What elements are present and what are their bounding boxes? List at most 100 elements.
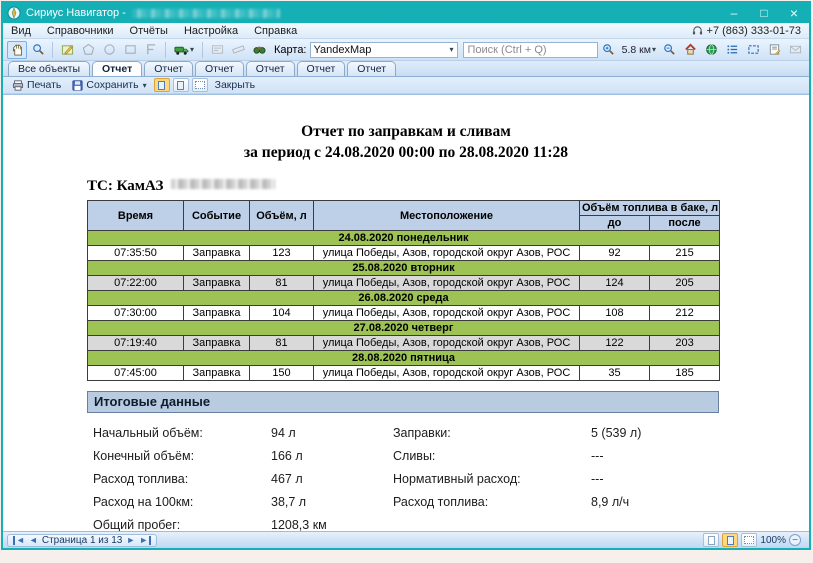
cell-volume: 150 (250, 366, 314, 381)
table-row[interactable]: 07:22:00 Заправка 81 улица Победы, Азов,… (88, 276, 720, 291)
home-icon (684, 43, 697, 56)
close-report-label: Закрыть (215, 79, 255, 91)
total-label: Расход топлива: (393, 495, 591, 509)
tab-report-5[interactable]: Отчет (297, 61, 346, 76)
circle-icon (103, 43, 116, 56)
map-provider-select[interactable]: YandexMap ▾ (310, 42, 458, 58)
multi-page-icon (744, 536, 754, 544)
view-fit-button[interactable] (722, 533, 738, 547)
tab-report-active[interactable]: Отчет (92, 61, 142, 76)
home-button[interactable] (680, 41, 700, 59)
zoom-select-button[interactable] (28, 41, 48, 59)
menu-reports[interactable]: Отчёты (122, 24, 176, 38)
cell-after: 205 (650, 276, 720, 291)
list-icon (726, 43, 739, 56)
card-panel-button[interactable] (207, 41, 227, 59)
map-label: Карта: (274, 44, 307, 56)
object-tabs: Все объекты Отчет Отчет Отчет Отчет Отче… (3, 61, 809, 77)
pan-hand-button[interactable] (7, 41, 27, 59)
maximize-button[interactable]: □ (749, 3, 779, 23)
vehicle-truck-icon (174, 44, 189, 56)
zoom-out-slider-button[interactable]: − (789, 534, 801, 546)
globe-icon (705, 43, 718, 56)
table-row[interactable]: 07:19:40 Заправка 81 улица Победы, Азов,… (88, 336, 720, 351)
zoom-controls: 100% − (703, 533, 805, 547)
view-single-button[interactable] (703, 533, 719, 547)
last-page-button[interactable]: ► (139, 536, 151, 545)
support-phone-number: +7 (863) 333-01-73 (707, 25, 801, 37)
tab-report-3[interactable]: Отчет (195, 61, 244, 76)
first-page-button[interactable]: ◄ (13, 536, 25, 545)
menu-bar: Вид Справочники Отчёты Настройка Справка… (3, 23, 809, 39)
headset-icon (692, 25, 703, 36)
zoom-in-button[interactable] (599, 41, 619, 59)
close-button[interactable]: × (779, 3, 809, 23)
col-header-location: Местоположение (314, 201, 580, 231)
close-report-button[interactable]: Закрыть (211, 78, 259, 93)
menu-help[interactable]: Справка (246, 24, 305, 38)
total-value: 38,7 л (271, 495, 393, 509)
save-button[interactable]: Сохранить ▾ (68, 78, 150, 93)
report-period: за период с 24.08.2020 00:00 по 28.08.20… (3, 142, 809, 163)
globe-button[interactable] (701, 41, 721, 59)
notes-icon (768, 43, 781, 56)
cell-event: Заправка (184, 366, 250, 381)
group-date: 27.08.2020 четверг (88, 321, 720, 336)
corridor-tool-button[interactable] (141, 41, 161, 59)
two-page-view-button[interactable] (173, 78, 189, 92)
binoculars-button[interactable] (249, 41, 269, 59)
total-label: Начальный объём: (93, 426, 271, 440)
map-frame-button[interactable] (743, 41, 763, 59)
card-panel-icon (211, 43, 224, 56)
tab-all-objects[interactable]: Все объекты (8, 61, 90, 76)
print-button[interactable]: Печать (8, 78, 65, 93)
rectangle-tool-button[interactable] (120, 41, 140, 59)
tab-report-2[interactable]: Отчет (144, 61, 193, 76)
support-phone: +7 (863) 333-01-73 (692, 25, 809, 37)
view-multi-button[interactable] (741, 533, 757, 547)
table-row[interactable]: 07:45:00 Заправка 150 улица Победы, Азов… (88, 366, 720, 381)
toolbar-separator (52, 42, 53, 58)
cell-before: 35 (580, 366, 650, 381)
edit-track-button[interactable] (57, 41, 77, 59)
cell-after: 215 (650, 246, 720, 261)
zoom-out-button[interactable] (659, 41, 679, 59)
ruler-button[interactable] (228, 41, 248, 59)
col-header-event: Событие (184, 201, 250, 231)
circle-tool-button[interactable] (99, 41, 119, 59)
next-page-button[interactable]: ► (126, 536, 135, 545)
tab-report-4[interactable]: Отчет (246, 61, 295, 76)
ruler-icon (232, 43, 245, 56)
rectangle-icon (124, 43, 137, 56)
search-input[interactable] (463, 42, 598, 58)
tab-report-6[interactable]: Отчет (347, 61, 396, 76)
group-date: 24.08.2020 понедельник (88, 231, 720, 246)
vehicle-name: ТС: КамАЗ (87, 178, 163, 195)
date-group-row: 28.08.2020 пятница (88, 351, 720, 366)
cell-event: Заправка (184, 306, 250, 321)
polygon-tool-button[interactable] (78, 41, 98, 59)
cell-after: 185 (650, 366, 720, 381)
page-fit-icon (727, 536, 734, 545)
mail-button[interactable] (785, 41, 805, 59)
notes-button[interactable] (764, 41, 784, 59)
cell-location: улица Победы, Азов, городской округ Азов… (314, 306, 580, 321)
menu-view[interactable]: Вид (3, 24, 39, 38)
vehicle-menu-button[interactable]: ▾ (170, 41, 198, 59)
list-button[interactable] (722, 41, 742, 59)
cell-time: 07:19:40 (88, 336, 184, 351)
table-row[interactable]: 07:30:00 Заправка 104 улица Победы, Азов… (88, 306, 720, 321)
single-page-view-button[interactable] (154, 78, 170, 92)
menu-settings[interactable]: Настройка (176, 24, 246, 38)
menu-directories[interactable]: Справочники (39, 24, 122, 38)
page-navigator: ◄ ◄ Страница 1 из 13 ► ► (7, 534, 157, 547)
table-row[interactable]: 07:35:50 Заправка 123 улица Победы, Азов… (88, 246, 720, 261)
map-scale-select[interactable]: 5.8 км ▾ (620, 44, 658, 56)
zoom-out-icon (663, 43, 676, 56)
prev-page-button[interactable]: ◄ (29, 536, 38, 545)
group-date: 25.08.2020 вторник (88, 261, 720, 276)
fit-width-view-button[interactable] (192, 78, 208, 92)
minimize-button[interactable]: – (719, 3, 749, 23)
zoom-level: 100% (760, 535, 786, 546)
cell-volume: 123 (250, 246, 314, 261)
